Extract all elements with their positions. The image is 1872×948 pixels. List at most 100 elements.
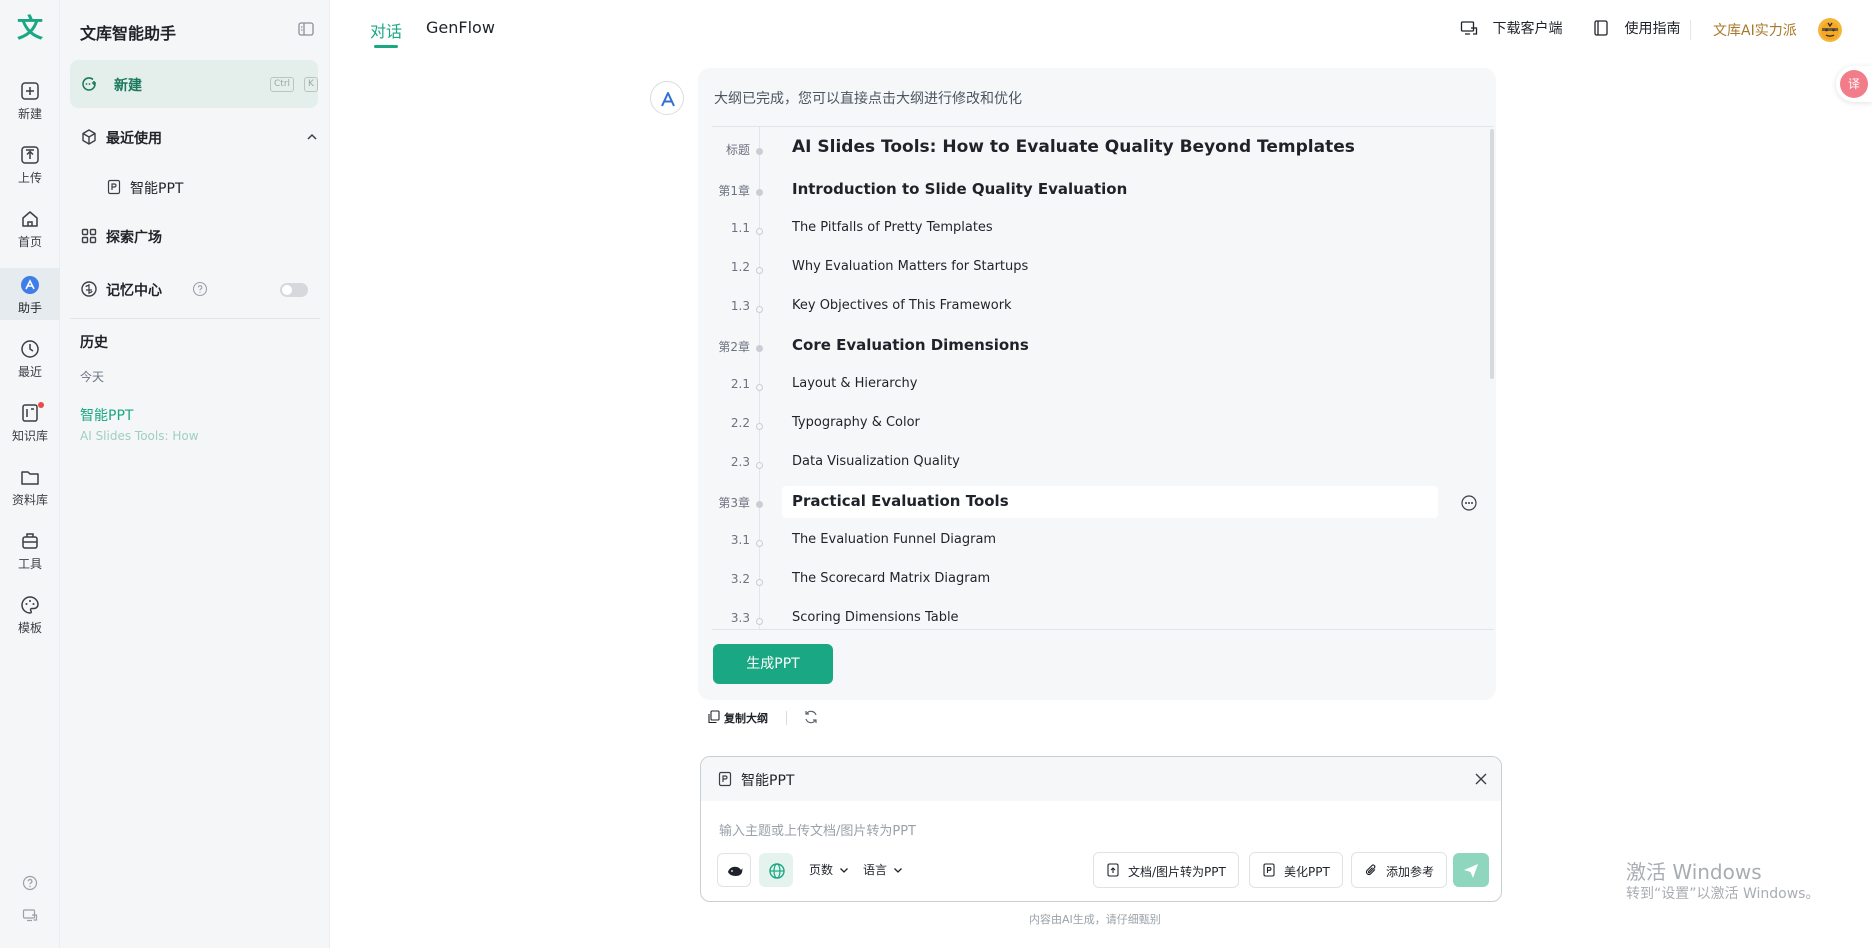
- send-button[interactable]: [1453, 853, 1489, 887]
- outline-section-row[interactable]: 2.2 Typography & Color: [712, 407, 1472, 441]
- outline-number: 1.3: [730, 299, 750, 313]
- memory-center-row[interactable]: 记忆中心: [80, 278, 210, 300]
- outline-node-dot: [756, 501, 763, 508]
- rail-label: 上传: [17, 171, 42, 185]
- shortcut-key-k: K: [304, 77, 318, 92]
- outline-number: 3.3: [730, 611, 750, 625]
- copy-icon: [708, 710, 720, 724]
- tab-chat[interactable]: 对话: [370, 18, 402, 48]
- notification-dot: [38, 402, 44, 408]
- help-circle-icon[interactable]: [192, 281, 208, 297]
- cube-icon: [82, 129, 96, 145]
- outline-number: 第1章: [718, 184, 750, 198]
- rail-item-assistant[interactable]: 助手: [0, 268, 60, 320]
- help-icon[interactable]: [22, 875, 38, 891]
- rail-item-recent[interactable]: 最近: [0, 338, 60, 394]
- brand-link[interactable]: 文库AI实力派: [1713, 20, 1797, 40]
- rail-item-home[interactable]: 首页: [0, 208, 60, 264]
- outline-text[interactable]: The Pitfalls of Pretty Templates: [792, 220, 993, 235]
- outline-node-dot: [756, 345, 763, 352]
- windows-activation-subtitle: 转到“设置”以激活 Windows。: [1626, 886, 1820, 902]
- rail-item-knowledge-base[interactable]: 知识库: [0, 402, 60, 458]
- outline-section-row[interactable]: 3.3 Scoring Dimensions Table: [712, 602, 1472, 629]
- composer-mode-label: 智能PPT: [741, 773, 795, 789]
- tab-genflow[interactable]: GenFlow: [426, 18, 495, 37]
- tiger-avatar-icon: [1821, 22, 1839, 40]
- history-title: 历史: [80, 335, 108, 351]
- generate-ppt-button[interactable]: 生成PPT: [713, 644, 833, 684]
- close-icon[interactable]: [1473, 771, 1489, 787]
- history-item[interactable]: 智能PPT AI Slides Tools: How: [80, 405, 320, 443]
- outline-chapter-row[interactable]: 第2章 Core Evaluation Dimensions: [712, 329, 1472, 363]
- outline-text[interactable]: Core Evaluation Dimensions: [792, 336, 1029, 354]
- message-intro-text: 大纲已完成，您可以直接点击大纲进行修改和优化: [714, 91, 1022, 107]
- composer-mode-header: 智能PPT: [701, 757, 1501, 801]
- more-options-icon[interactable]: [1460, 494, 1478, 512]
- outline-text[interactable]: AI Slides Tools: How to Evaluate Quality…: [792, 137, 1355, 157]
- new-chat-button[interactable]: 新建 Ctrl K: [70, 60, 318, 108]
- app-logo[interactable]: 文: [16, 14, 44, 44]
- outline-section-row[interactable]: 2.3 Data Visualization Quality: [712, 446, 1472, 480]
- outline-section-row[interactable]: 1.3 Key Objectives of This Framework: [712, 290, 1472, 324]
- icon-rail: 文 新建 上传 首页 助手 最近 知识库 资料库 工具 模板: [0, 0, 60, 948]
- history-item-subtitle: AI Slides Tools: How: [80, 429, 199, 443]
- outline-section-row[interactable]: 2.1 Layout & Hierarchy: [712, 368, 1472, 402]
- outline-section-row[interactable]: 1.1 The Pitfalls of Pretty Templates: [712, 212, 1472, 246]
- download-client-link[interactable]: 下载客户端: [1460, 18, 1562, 42]
- translate-float-button[interactable]: 译: [1836, 66, 1872, 102]
- history-item-title: 智能PPT: [80, 408, 134, 424]
- rail-item-library[interactable]: 资料库: [0, 466, 60, 522]
- language-dropdown[interactable]: 语言: [863, 861, 903, 878]
- outline-text[interactable]: Practical Evaluation Tools: [792, 492, 1009, 510]
- download-client-label: 下载客户端: [1492, 21, 1563, 37]
- clock-icon: [21, 340, 39, 358]
- user-avatar[interactable]: [1818, 18, 1842, 42]
- sidebar-collapse-icon[interactable]: [297, 20, 315, 38]
- memory-toggle[interactable]: [280, 283, 308, 297]
- rail-item-upload[interactable]: 上传: [0, 144, 60, 200]
- outline-chapter-row[interactable]: 第1章 Introduction to Slide Quality Evaluat…: [712, 173, 1472, 207]
- doc-to-ppt-button[interactable]: 文档/图片转为PPT: [1093, 852, 1239, 888]
- monitor-icon: [1460, 21, 1478, 35]
- new-chat-label: 新建: [114, 78, 142, 94]
- outline-section-row[interactable]: 1.2 Why Evaluation Matters for Startups: [712, 251, 1472, 285]
- outline-text[interactable]: Layout & Hierarchy: [792, 376, 917, 391]
- outline-section-row[interactable]: 3.1 The Evaluation Funnel Diagram: [712, 524, 1472, 558]
- device-icon[interactable]: [22, 907, 38, 923]
- outline-text[interactable]: Why Evaluation Matters for Startups: [792, 259, 1028, 274]
- deep-think-button[interactable]: [717, 853, 751, 887]
- rail-label: 新建: [17, 107, 42, 121]
- history-day-label: 今天: [80, 370, 105, 384]
- recent-section-header[interactable]: 最近使用: [80, 126, 320, 148]
- outline-scrollbar[interactable]: [1490, 129, 1494, 379]
- copy-outline-button[interactable]: 复制大纲: [724, 710, 768, 726]
- rail-item-templates[interactable]: 模板: [0, 594, 60, 650]
- outline-section-row[interactable]: 3.2 The Scorecard Matrix Diagram: [712, 563, 1472, 597]
- pages-label: 页数: [809, 863, 834, 877]
- outline-text[interactable]: Key Objectives of This Framework: [792, 298, 1012, 313]
- rail-item-new[interactable]: 新建: [0, 80, 60, 136]
- outline-node-dot: [756, 579, 763, 586]
- pages-dropdown[interactable]: 页数: [809, 861, 849, 878]
- add-reference-button[interactable]: 添加参考: [1351, 852, 1447, 888]
- rail-item-tools[interactable]: 工具: [0, 530, 60, 586]
- outline-text[interactable]: Typography & Color: [792, 415, 920, 430]
- chevron-up-icon[interactable]: [306, 132, 318, 142]
- outline-text[interactable]: Scoring Dimensions Table: [792, 610, 959, 625]
- outline-text[interactable]: Data Visualization Quality: [792, 454, 960, 469]
- outline-text[interactable]: The Scorecard Matrix Diagram: [792, 571, 990, 586]
- outline-text[interactable]: Introduction to Slide Quality Evaluation: [792, 180, 1127, 198]
- refresh-icon[interactable]: [803, 709, 819, 725]
- outline-title-row[interactable]: 标题 AI Slides Tools: How to Evaluate Quali…: [712, 132, 1472, 166]
- ppt-outline[interactable]: 标题 AI Slides Tools: How to Evaluate Quali…: [712, 126, 1494, 630]
- beautify-ppt-button[interactable]: 美化PPT: [1249, 852, 1343, 888]
- outline-chapter-row[interactable]: 第3章 Practical Evaluation Tools: [712, 485, 1477, 519]
- web-search-toggle[interactable]: [759, 853, 793, 887]
- user-guide-link[interactable]: 使用指南: [1592, 18, 1680, 42]
- rail-label: 资料库: [11, 493, 48, 507]
- prompt-input[interactable]: 输入主题或上传文档/图片转为PPT: [719, 820, 916, 839]
- outline-text[interactable]: The Evaluation Funnel Diagram: [792, 532, 996, 547]
- doc-to-ppt-label: 文档/图片转为PPT: [1128, 865, 1226, 879]
- ppt-doc-icon: [1263, 863, 1275, 877]
- outline-number: 标题: [725, 143, 750, 157]
